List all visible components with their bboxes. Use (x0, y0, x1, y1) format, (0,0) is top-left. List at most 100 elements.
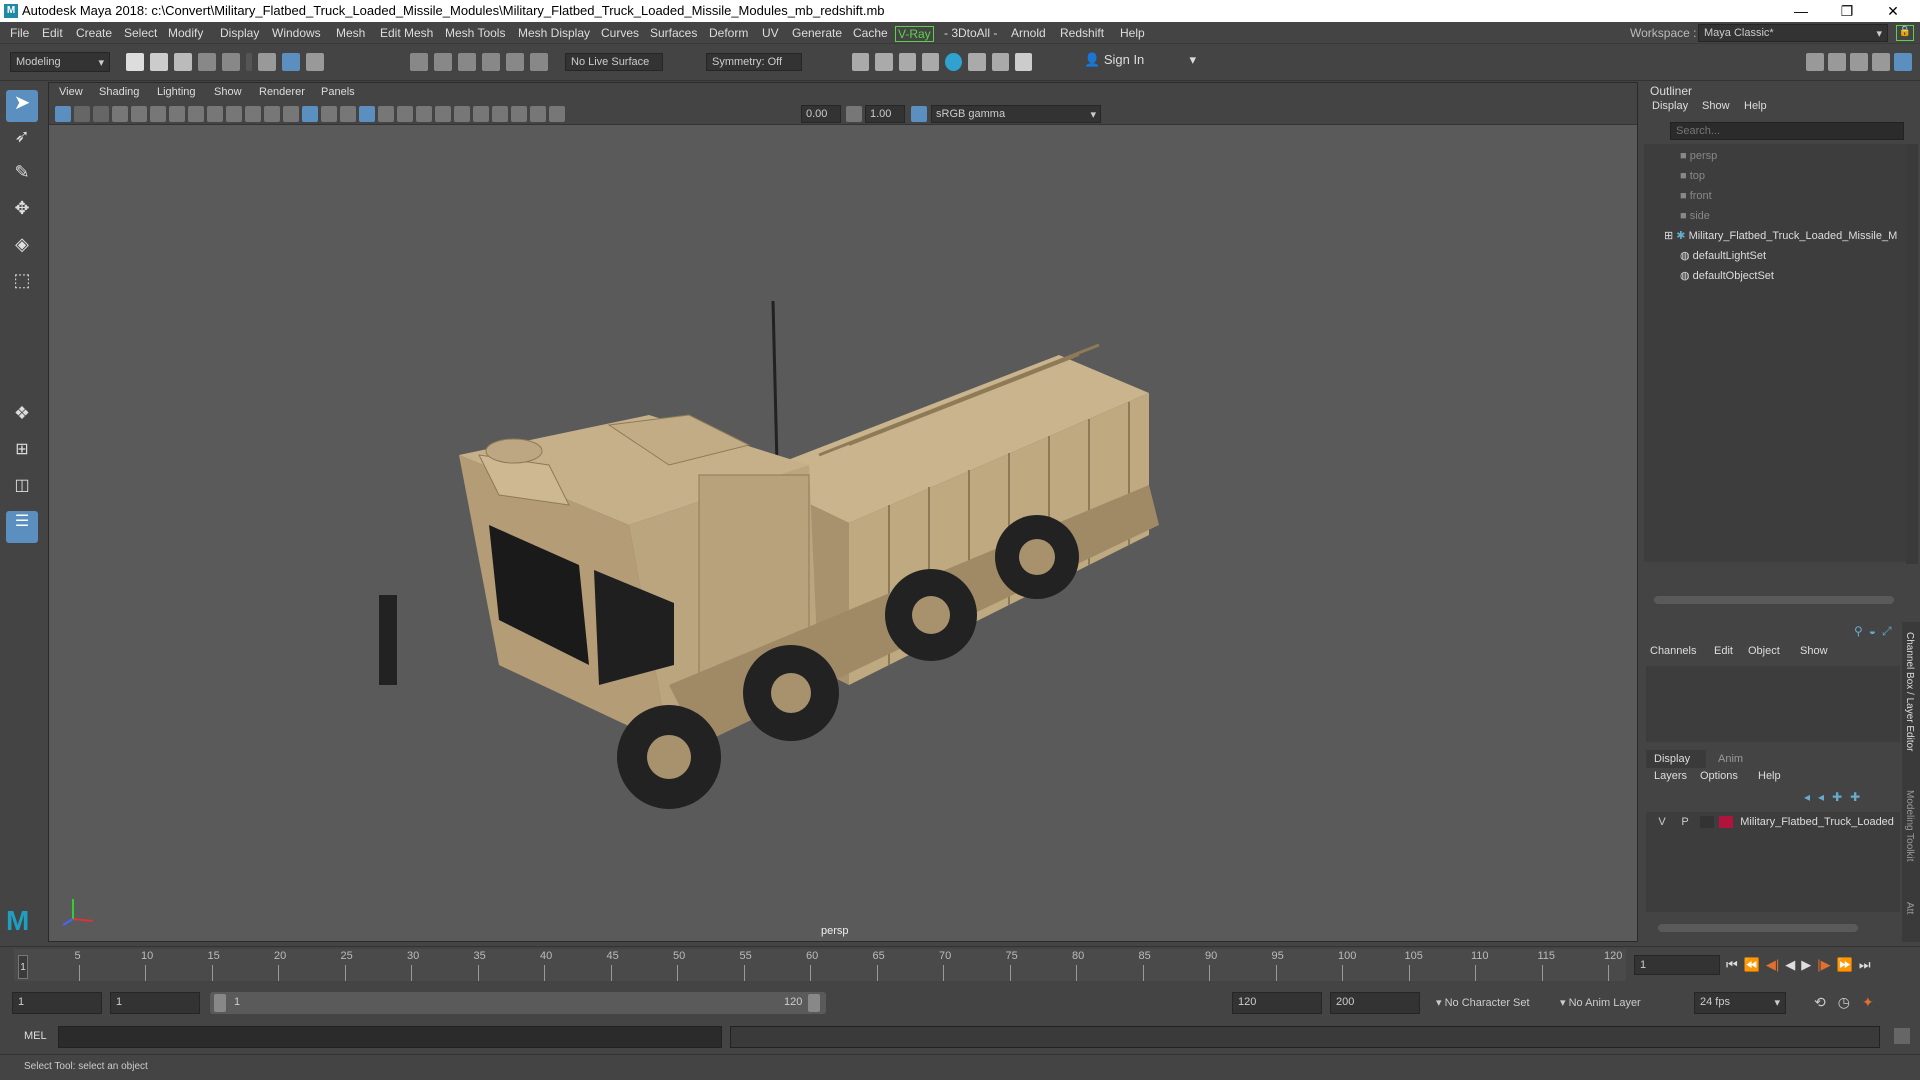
script-editor-icon[interactable] (1894, 1028, 1910, 1044)
outliner-menu-help[interactable]: Help (1744, 100, 1767, 112)
shadows-icon[interactable] (397, 106, 413, 122)
image-plane-icon[interactable] (112, 106, 128, 122)
fps-dropdown[interactable]: 24 fps ▾ (1694, 992, 1786, 1014)
channels-menu-edit[interactable]: Edit (1714, 645, 1733, 657)
menu-display[interactable]: Display (220, 26, 259, 40)
four-view-layout-button[interactable]: ⊞ (6, 439, 38, 471)
workspace-dropdown[interactable]: Maya Classic* ▾ (1698, 24, 1888, 42)
range-slider[interactable]: 1 120 (210, 992, 826, 1014)
select-camera-icon[interactable] (55, 106, 71, 122)
outliner-search-input[interactable] (1670, 122, 1904, 140)
menu-generate[interactable]: Generate (792, 26, 842, 40)
3d-viewport[interactable]: persp (49, 125, 1637, 941)
menu-mesh[interactable]: Mesh (336, 26, 365, 40)
menu-modify[interactable]: Modify (168, 26, 203, 40)
outliner-item-default-object-set[interactable]: ◍ defaultObjectSet (1680, 266, 1774, 286)
ambient-occlusion-icon[interactable] (416, 106, 432, 122)
snap-grid-icon[interactable] (410, 53, 428, 71)
menu-redshift[interactable]: Redshift (1060, 26, 1104, 40)
gamma-field[interactable]: 1.00 (865, 105, 905, 123)
range-slider-start-handle[interactable] (214, 994, 226, 1012)
field-chart-icon[interactable] (245, 106, 261, 122)
layer-visibility-toggle[interactable]: V (1654, 816, 1670, 828)
scene-end-field[interactable]: 200 (1330, 992, 1420, 1014)
outliner-menu-show[interactable]: Show (1702, 100, 1730, 112)
lights-icon[interactable] (378, 106, 394, 122)
outliner-item-persp[interactable]: ■ persp (1680, 146, 1717, 166)
preferences-icon[interactable]: ✦ (1862, 994, 1874, 1012)
time-slider[interactable]: 1 5 10 15 20 25 30 35 40 45 50 55 60 65 70 75 80 85 90 95 1… (0, 946, 1920, 984)
anim-layer-dropdown[interactable]: ▾ No Anim Layer (1560, 996, 1641, 1009)
menu-deform[interactable]: Deform (709, 26, 748, 40)
close-button[interactable]: ✕ (1870, 0, 1916, 22)
menu-file[interactable]: File (10, 26, 29, 40)
channels-menu-show[interactable]: Show (1800, 645, 1828, 657)
xray-active-icon[interactable] (530, 106, 546, 122)
viewport-menu-show[interactable]: Show (214, 86, 242, 98)
select-object-icon[interactable] (282, 53, 300, 71)
anti-aliasing-icon[interactable] (454, 106, 470, 122)
redo-icon[interactable] (222, 53, 240, 71)
go-to-start-icon[interactable]: ⏮ (1726, 957, 1738, 975)
play-backwards-icon[interactable]: ◀ (1785, 957, 1795, 975)
menu-arnold[interactable]: Arnold (1011, 26, 1046, 40)
gamma-icon[interactable] (846, 106, 862, 122)
menu-select[interactable]: Select (124, 26, 157, 40)
outliner-item-side[interactable]: ■ side (1680, 206, 1710, 226)
expand-icon[interactable]: ⊞ (1664, 230, 1676, 242)
xray-icon[interactable] (359, 106, 375, 122)
exposure-icon[interactable] (549, 106, 565, 122)
viewport-menu-view[interactable]: View (59, 86, 83, 98)
rotate-tool-button[interactable]: ◈ (6, 234, 38, 266)
layer-color-swatch[interactable] (1719, 816, 1734, 829)
menu-cache[interactable]: Cache (853, 26, 888, 40)
film-gate-icon[interactable] (188, 106, 204, 122)
snap-point-icon[interactable] (458, 53, 476, 71)
move-tool-button[interactable]: ✥ (6, 198, 38, 230)
time-ruler[interactable]: 1 5 10 15 20 25 30 35 40 45 50 55 60 65 70 75 80 85 90 95 1… (14, 949, 1626, 981)
wireframe-icon[interactable] (283, 106, 299, 122)
outliner-menu-display[interactable]: Display (1652, 100, 1688, 112)
menu-create[interactable]: Create (76, 26, 112, 40)
current-time-marker[interactable]: 1 (18, 955, 28, 979)
side-tab-channel-box[interactable]: Channel Box / Layer Editor (1904, 632, 1915, 752)
character-set-dropdown[interactable]: ▾ No Character Set (1436, 996, 1530, 1009)
layer-tab-display[interactable]: Display (1646, 750, 1706, 768)
mel-label[interactable]: MEL (24, 1030, 47, 1042)
render-view-icon[interactable] (875, 53, 893, 71)
paint-select-tool-button[interactable]: ✎ (6, 162, 38, 194)
minimize-button[interactable]: — (1778, 0, 1824, 22)
render-pause-icon[interactable] (991, 53, 1009, 71)
symmetry-field[interactable]: Symmetry: Off (706, 53, 802, 71)
pause-icon[interactable] (1014, 53, 1032, 71)
menu-edit-mesh[interactable]: Edit Mesh (380, 26, 433, 40)
hyperbolic-icon[interactable]: ⤢ (1882, 624, 1892, 640)
move-layer-down-icon[interactable]: ◂ (1818, 790, 1824, 806)
layers-menu-options[interactable]: Options (1700, 770, 1738, 782)
undo-icon[interactable] (198, 53, 216, 71)
gate-mask-icon[interactable] (226, 106, 242, 122)
smooth-shade-icon[interactable] (302, 106, 318, 122)
step-back-frame-icon[interactable]: ◀| (1766, 957, 1779, 975)
new-scene-icon[interactable] (126, 53, 144, 71)
playback-start-field[interactable]: 1 (110, 992, 200, 1014)
viewport-menu-shading[interactable]: Shading (99, 86, 139, 98)
lasso-tool-button[interactable]: ➶ (6, 126, 38, 158)
ipr-render-icon[interactable] (921, 53, 939, 71)
layer-tab-anim[interactable]: Anim (1710, 750, 1760, 768)
channel-box-icon[interactable] (1872, 53, 1890, 71)
new-layer-icon[interactable]: ✚ (1832, 790, 1842, 806)
mode-selector[interactable]: Modeling ▾ (10, 52, 110, 72)
snap-surface-icon[interactable] (506, 53, 524, 71)
depth-of-field-icon[interactable] (473, 106, 489, 122)
viewport-menu-lighting[interactable]: Lighting (157, 86, 196, 98)
isolate-select-icon[interactable] (492, 106, 508, 122)
menu-surfaces[interactable]: Surfaces (650, 26, 697, 40)
render-sphere-icon[interactable] (945, 53, 963, 71)
2d-pan-zoom-icon[interactable] (131, 106, 147, 122)
scale-tool-button[interactable]: ⬚ (6, 270, 38, 302)
select-hierarchy-icon[interactable] (258, 53, 276, 71)
attribute-editor-icon[interactable] (1828, 53, 1846, 71)
sign-in-button[interactable]: 👤 Sign In ▾ (1084, 52, 1196, 72)
menu-3dtoall[interactable]: - 3DtoAll - (944, 26, 997, 40)
